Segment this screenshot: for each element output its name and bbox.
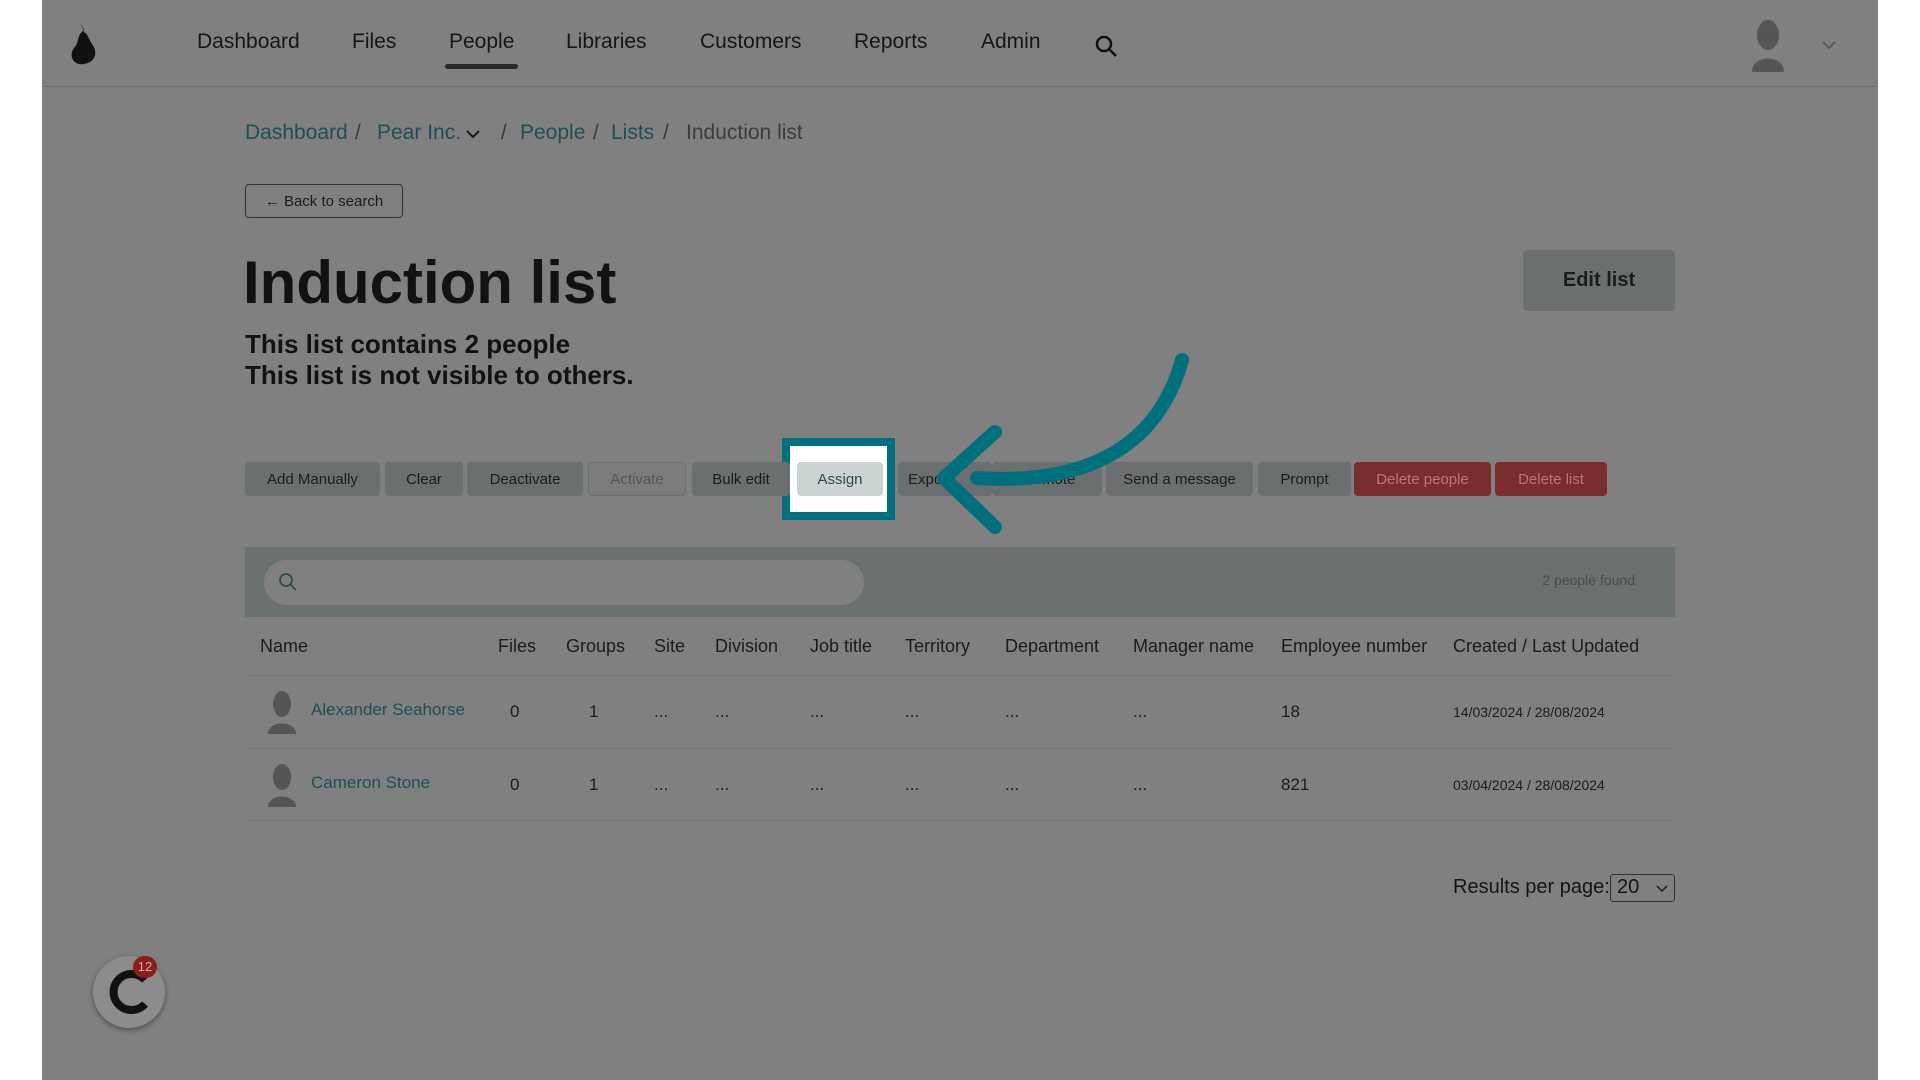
nav-reports[interactable]: Reports [854,30,928,54]
col-groups[interactable]: Groups [566,636,625,657]
results-per-page-select[interactable]: 20 [1610,874,1675,902]
chevron-down-icon[interactable] [1822,40,1836,50]
cell-files: 0 [510,702,520,721]
cell-job-title: ... [810,702,825,721]
col-created[interactable]: Created / Last Updated [1453,636,1639,657]
activate-button[interactable]: Activate [588,462,686,496]
cell-territory: ... [905,775,920,794]
nav-admin[interactable]: Admin [981,30,1041,54]
cell-department: ... [1005,702,1020,721]
cell-groups: 1 [589,775,599,794]
col-site[interactable]: Site [654,636,685,657]
cell-manager: ... [1133,702,1148,721]
col-manager[interactable]: Manager name [1133,636,1254,657]
bulk-edit-button[interactable]: Bulk edit [692,462,790,496]
people-search-input[interactable] [264,560,864,605]
col-territory[interactable]: Territory [905,636,970,657]
back-to-search-button[interactable]: ← Back to search [245,184,403,218]
breadcrumb-org[interactable]: Pear Inc. [377,121,461,145]
edit-list-button[interactable]: Edit list [1523,250,1675,311]
search-icon[interactable] [1094,34,1118,58]
send-message-button[interactable]: Send a message [1106,462,1253,496]
cell-employee-number: 821 [1281,775,1310,794]
breadcrumb-dashboard[interactable]: Dashboard [245,121,348,145]
promote-button[interactable]: Promote [992,462,1102,496]
divider [245,675,1675,676]
delete-people-button[interactable]: Delete people [1354,462,1491,496]
avatar-icon [268,691,296,734]
prompt-button[interactable]: Prompt [1258,462,1351,496]
cell-dates: 14/03/2024 / 28/08/2024 [1453,704,1605,720]
add-manually-button[interactable]: Add Manually [245,462,380,496]
cell-manager: ... [1133,775,1148,794]
cell-job-title: ... [810,775,825,794]
cell-site: ... [654,702,669,721]
deactivate-button[interactable]: Deactivate [467,462,583,496]
nav-dashboard[interactable]: Dashboard [197,30,300,54]
pointer-arrow-icon [937,353,1189,534]
cell-territory: ... [905,702,920,721]
user-avatar-icon[interactable] [1746,18,1790,72]
col-employee-number[interactable]: Employee number [1281,636,1427,657]
cell-department: ... [1005,775,1020,794]
breadcrumb-separator: / [593,121,599,144]
results-count: 2 people found [1542,572,1635,588]
search-icon [279,573,297,591]
nav-libraries[interactable]: Libraries [566,30,647,54]
breadcrumb-separator: / [355,121,361,144]
top-nav: Dashboard Files People Libraries Custome… [42,0,1878,87]
cell-dates: 03/04/2024 / 28/08/2024 [1453,777,1605,793]
avatar-icon [268,764,296,807]
org-chevron-down-icon[interactable] [466,129,480,139]
cell-division: ... [715,775,730,794]
chevron-down-icon [1656,885,1668,893]
col-name[interactable]: Name [260,636,308,657]
breadcrumb-separator: / [663,121,669,144]
results-per-page-label: Results per page: [1453,876,1610,898]
col-job-title[interactable]: Job title [810,636,872,657]
person-name-link[interactable]: Cameron Stone [311,773,430,793]
delete-list-button[interactable]: Delete list [1495,462,1607,496]
assign-button[interactable]: Assign [797,462,883,496]
cell-files: 0 [510,775,520,794]
app-page: Dashboard Files People Libraries Custome… [42,0,1878,1080]
breadcrumb-separator: / [501,121,507,144]
nav-files[interactable]: Files [352,30,396,54]
export-button[interactable]: Export [898,462,992,496]
col-department[interactable]: Department [1005,636,1099,657]
list-visibility-text: This list is not visible to others. [245,360,634,390]
page-title: Induction list [243,249,617,316]
chat-widget-button[interactable]: 12 [93,956,165,1028]
breadcrumb-lists[interactable]: Lists [611,121,654,145]
divider [245,748,1675,749]
nav-people[interactable]: People [444,30,519,69]
search-panel: 2 people found [245,547,1675,617]
list-count-text: This list contains 2 people [245,329,571,359]
col-division[interactable]: Division [715,636,778,657]
breadcrumb-current: Induction list [686,121,803,144]
results-per-page-value: 20 [1617,876,1640,898]
cell-groups: 1 [589,702,599,721]
clear-button[interactable]: Clear [385,462,463,496]
cell-division: ... [715,702,730,721]
pear-logo-icon[interactable] [66,20,100,66]
col-files[interactable]: Files [498,636,536,657]
nav-customers[interactable]: Customers [700,30,802,54]
cell-site: ... [654,775,669,794]
cell-employee-number: 18 [1281,702,1300,721]
person-name-link[interactable]: Alexander Seahorse [311,700,465,720]
notification-badge: 12 [133,956,157,978]
divider [245,820,1675,821]
breadcrumb-people[interactable]: People [520,121,585,145]
